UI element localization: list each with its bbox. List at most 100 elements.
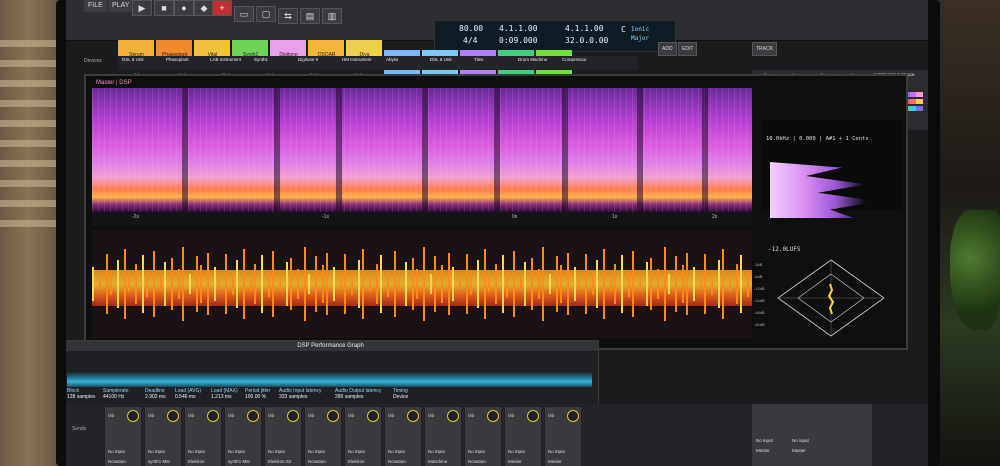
layout-icon[interactable]: ▤: [300, 8, 320, 24]
waveform-transient: [448, 253, 450, 315]
db-label: -12dB: [754, 286, 765, 291]
channel-name[interactable]: Novation: [308, 459, 326, 464]
tempo-value[interactable]: 80.00: [459, 24, 483, 33]
input-selector[interactable]: No input: [792, 438, 809, 443]
volume-knob[interactable]: [287, 410, 299, 422]
input-selector[interactable]: No input: [188, 449, 205, 454]
waveform-transient: [189, 274, 191, 294]
input-selector[interactable]: No input: [468, 449, 485, 454]
output-selector[interactable]: Master: [756, 448, 770, 453]
key-root[interactable]: C: [621, 25, 626, 34]
metronome-icon[interactable]: ▭: [234, 6, 254, 22]
waveform-transient: [477, 260, 479, 308]
volume-knob[interactable]: [567, 410, 579, 422]
record-icon[interactable]: ●: [174, 0, 194, 16]
waveform-transient: [668, 274, 670, 294]
device-chip[interactable]: DSL 6 Unit: [430, 57, 452, 69]
channel-name[interactable]: Novation: [108, 459, 126, 464]
waveform-transient: [333, 267, 335, 301]
waveform-transient: [254, 264, 256, 304]
device-chip[interactable]: HM Instrument: [342, 57, 372, 69]
waveform-transient: [585, 254, 587, 314]
device-chip[interactable]: DSL 6 Unit: [122, 57, 144, 69]
channel-name[interactable]: synth1 Mst: [228, 459, 250, 464]
channel-name[interactable]: Elektron S2: [268, 459, 291, 464]
channel-name[interactable]: Novation: [388, 459, 406, 464]
color-swatch[interactable]: [916, 106, 923, 111]
waveform-transient: [556, 256, 558, 312]
stop-icon[interactable]: ■: [154, 0, 174, 16]
device-chip[interactable]: Compressor: [562, 57, 587, 69]
view-icon[interactable]: ⇆: [278, 8, 298, 24]
volume-label: Vol: [308, 413, 315, 418]
input-selector[interactable]: No input: [348, 449, 365, 454]
volume-knob[interactable]: [127, 410, 139, 422]
waveform-display: [92, 230, 752, 338]
waveform-transient: [358, 260, 360, 308]
volume-knob[interactable]: [327, 410, 339, 422]
channel-name[interactable]: Elektron: [348, 459, 365, 464]
track-button[interactable]: TRACK: [752, 42, 777, 56]
input-selector[interactable]: No input: [388, 449, 405, 454]
loop-start[interactable]: 4.1.1.00: [565, 24, 604, 33]
channel-name[interactable]: Elektron: [188, 459, 205, 464]
automation-icon[interactable]: ◆: [194, 0, 214, 16]
channel-name[interactable]: Maschine: [428, 459, 447, 464]
volume-knob[interactable]: [487, 410, 499, 422]
color-swatch[interactable]: [916, 99, 923, 104]
waveform-transient: [362, 249, 364, 319]
channel-name[interactable]: synth1 Mst: [148, 459, 170, 464]
device-chip[interactable]: Phaseplant: [166, 57, 189, 69]
input-selector[interactable]: No input: [548, 449, 565, 454]
input-selector[interactable]: No input: [428, 449, 445, 454]
axis-tick-label: -2s: [132, 214, 139, 220]
device-chip[interactable]: Synth1: [254, 57, 268, 69]
waveform-transient: [110, 273, 112, 295]
dsp-stat: Load (AVG) 0.546 ms: [175, 388, 201, 400]
volume-knob[interactable]: [447, 410, 459, 422]
input-selector[interactable]: No input: [148, 449, 165, 454]
waveform-transient: [207, 253, 209, 315]
waveform-transient: [740, 255, 742, 313]
mixer-channel-strip: Vol No input Elektron: [184, 406, 222, 466]
device-chip[interactable]: Digitone II: [298, 57, 318, 69]
device-chip[interactable]: Abyss: [386, 57, 398, 69]
input-selector[interactable]: No input: [108, 449, 125, 454]
file-button[interactable]: FILE: [84, 0, 107, 12]
waveform-transient: [729, 276, 731, 292]
channel-name[interactable]: Novation: [468, 459, 486, 464]
waveform-transient: [722, 249, 724, 319]
color-swatch[interactable]: [916, 92, 923, 97]
input-selector[interactable]: No input: [508, 449, 525, 454]
volume-knob[interactable]: [367, 410, 379, 422]
input-selector[interactable]: No input: [756, 438, 773, 443]
dsp-stat: Period jitter 100.00 %: [245, 388, 270, 400]
output-selector[interactable]: Master: [792, 448, 806, 453]
volume-knob[interactable]: [167, 410, 179, 422]
play-menu-button[interactable]: PLAY: [108, 0, 134, 12]
volume-knob[interactable]: [207, 410, 219, 422]
window-blind-slat: [0, 200, 62, 207]
device-chip[interactable]: Tiles: [474, 57, 483, 69]
input-selector[interactable]: No input: [308, 449, 325, 454]
device-chip[interactable]: Drum Machine: [518, 57, 547, 69]
add-button[interactable]: ADD: [658, 42, 677, 56]
volume-knob[interactable]: [407, 410, 419, 422]
edit-button[interactable]: EDIT: [678, 42, 698, 56]
input-selector[interactable]: No input: [268, 449, 285, 454]
mixer-icon[interactable]: ▥: [322, 8, 342, 24]
arm-record-icon[interactable]: +: [212, 0, 232, 16]
waveform-transient: [621, 255, 623, 313]
spectrum-analyzer-window: Master | DSP -2s -1s 0s 1s 2s 10.0kHz | …: [84, 74, 908, 350]
channel-name[interactable]: Master: [508, 459, 522, 464]
key-mode[interactable]: Ionic: [631, 26, 649, 33]
volume-knob[interactable]: [527, 410, 539, 422]
channel-name[interactable]: Master: [548, 459, 562, 464]
waveform-transient: [214, 267, 216, 301]
device-chip[interactable]: LAB Instrument: [210, 57, 241, 69]
input-selector[interactable]: No input: [228, 449, 245, 454]
volume-knob[interactable]: [247, 410, 259, 422]
comment-icon[interactable]: ▢: [256, 6, 276, 22]
play-icon[interactable]: ▶: [132, 0, 152, 16]
key-scale[interactable]: Major: [631, 35, 649, 42]
